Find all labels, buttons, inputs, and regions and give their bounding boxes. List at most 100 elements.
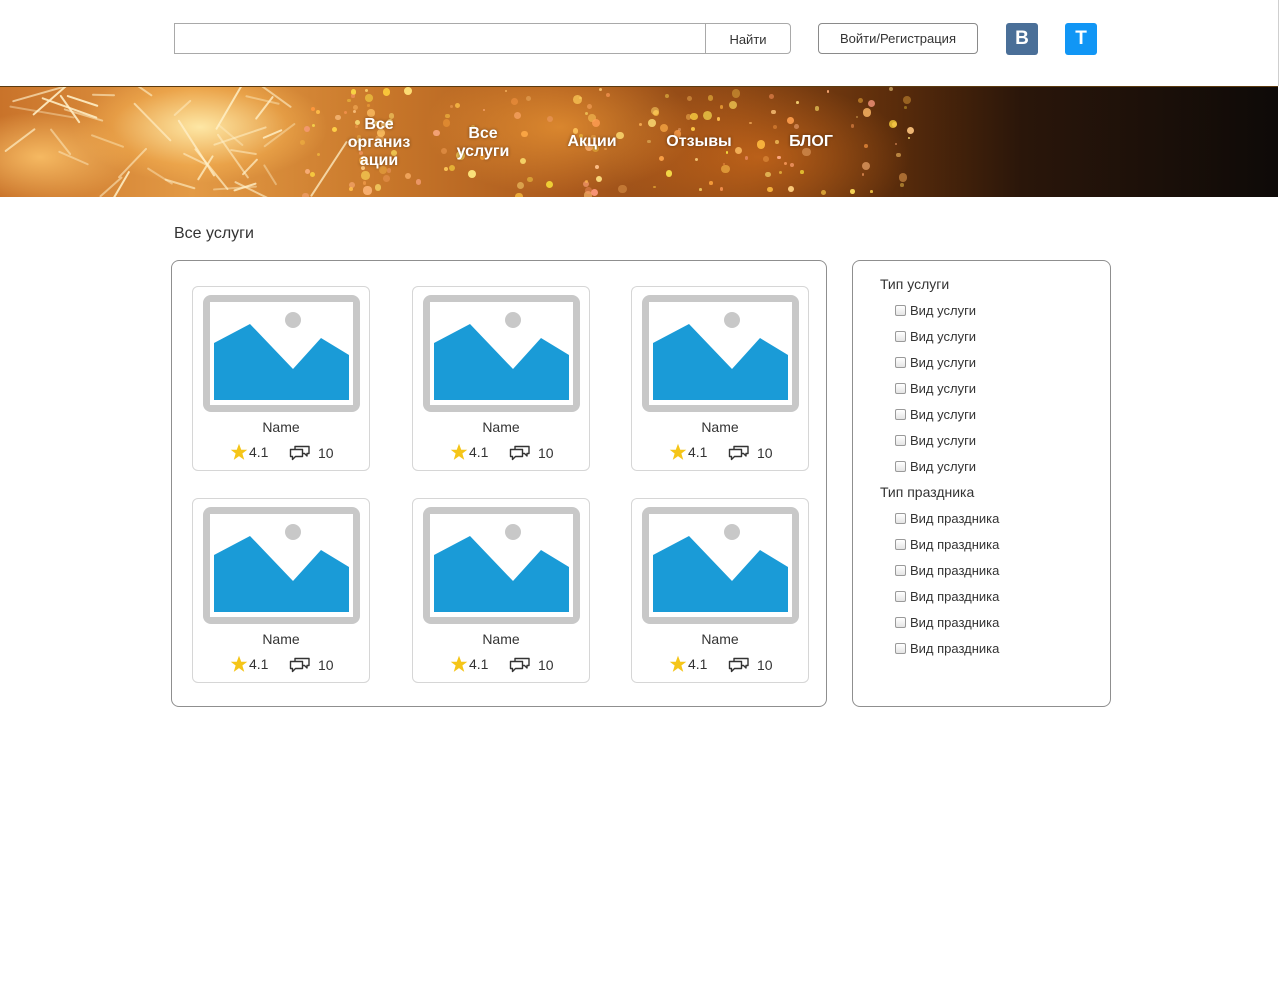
filter-option-label: Вид праздника: [910, 536, 1000, 552]
bokeh-light: [864, 144, 868, 149]
bokeh-light: [585, 187, 592, 194]
comments-icon: [509, 657, 530, 673]
bokeh-light: [795, 101, 799, 105]
bokeh-light: [467, 169, 476, 178]
bokeh-light: [719, 105, 724, 109]
firework-streak: [230, 148, 257, 156]
telegram-icon[interactable]: Т: [1065, 23, 1097, 55]
checkbox[interactable]: [895, 538, 906, 550]
filter-option-service[interactable]: Вид услуги: [895, 302, 976, 318]
bokeh-light: [789, 163, 794, 168]
bokeh-light: [403, 87, 412, 96]
bokeh-light: [382, 88, 391, 96]
bokeh-light: [545, 181, 553, 189]
bokeh-light: [302, 192, 309, 197]
filter-option-service[interactable]: Вид услуги: [895, 406, 976, 422]
filter-option-holiday[interactable]: Вид праздника: [895, 510, 999, 526]
filter-option-service[interactable]: Вид услуги: [895, 432, 976, 448]
bokeh-light: [591, 188, 599, 196]
bokeh-light: [904, 106, 908, 110]
filter-option-holiday[interactable]: Вид праздника: [895, 614, 999, 630]
bokeh-light: [332, 126, 338, 133]
bokeh-light: [312, 123, 316, 127]
bokeh-light: [777, 155, 781, 159]
bokeh-light: [349, 187, 354, 191]
bokeh-light: [527, 176, 533, 183]
checkbox[interactable]: [895, 642, 906, 654]
service-card[interactable]: Name 4.1 10: [412, 286, 590, 471]
service-card-name: Name: [262, 631, 300, 647]
service-card[interactable]: Name 4.1 10: [631, 286, 809, 471]
header-edge-divider: [1278, 0, 1279, 86]
image-placeholder-icon: [203, 507, 360, 624]
checkbox[interactable]: [895, 616, 906, 628]
search-input[interactable]: [174, 23, 706, 54]
filter-option-holiday[interactable]: Вид праздника: [895, 640, 999, 656]
bokeh-light: [659, 123, 668, 132]
checkbox[interactable]: [895, 590, 906, 602]
filter-option-holiday[interactable]: Вид праздника: [895, 562, 999, 578]
bokeh-light: [606, 92, 611, 97]
comments-count: 10: [318, 445, 334, 461]
service-card[interactable]: Name 4.1 10: [412, 498, 590, 683]
image-placeholder-icon: [423, 295, 580, 412]
bokeh-light: [362, 181, 367, 185]
bokeh-light: [894, 142, 898, 145]
checkbox[interactable]: [895, 356, 906, 368]
bokeh-light: [454, 103, 461, 109]
bokeh-light: [618, 184, 628, 194]
checkbox[interactable]: [895, 512, 906, 524]
service-card[interactable]: Name 4.1 10: [631, 498, 809, 683]
checkbox[interactable]: [895, 382, 906, 394]
checkbox[interactable]: [895, 564, 906, 576]
filter-option-service[interactable]: Вид услуги: [895, 380, 976, 396]
search-button[interactable]: Найти: [705, 23, 791, 54]
bokeh-light: [709, 180, 713, 185]
nav-reviews[interactable]: Отзывы: [660, 133, 738, 151]
bokeh-light: [364, 88, 368, 92]
checkbox[interactable]: [895, 434, 906, 446]
filter-option-service[interactable]: Вид услуги: [895, 354, 976, 370]
nav-blog[interactable]: БЛОГ: [782, 133, 840, 151]
service-card[interactable]: Name 4.1 10: [192, 498, 370, 683]
bokeh-light: [787, 117, 794, 124]
filter-panel: Тип услуги Тип праздника Вид услуги Вид у…: [852, 260, 1111, 707]
firework-streak: [216, 133, 250, 179]
filter-option-holiday[interactable]: Вид праздника: [895, 536, 999, 552]
filter-option-label: Вид услуги: [910, 328, 977, 344]
telegram-icon-label: Т: [1075, 28, 1087, 49]
bokeh-light: [351, 94, 355, 98]
filter-option-holiday[interactable]: Вид праздника: [895, 588, 999, 604]
star-icon: [669, 443, 687, 460]
bokeh-light: [678, 128, 681, 132]
login-register-button[interactable]: Войти/Регистрация: [818, 23, 978, 54]
nav-promotions[interactable]: Акции: [556, 133, 628, 151]
nav-all-services[interactable]: Все услуги: [450, 125, 516, 161]
bokeh-light: [433, 129, 441, 137]
bokeh-light: [749, 121, 752, 124]
filter-option-service[interactable]: Вид услуги: [895, 328, 976, 344]
bokeh-light: [647, 139, 651, 143]
bokeh-light: [504, 89, 508, 93]
vk-icon[interactable]: В: [1006, 23, 1038, 55]
service-card-name: Name: [482, 419, 520, 435]
bokeh-light: [445, 113, 451, 119]
comments-count: 10: [318, 657, 334, 673]
filter-option-label: Вид праздника: [910, 640, 1000, 656]
checkbox[interactable]: [895, 304, 906, 316]
checkbox[interactable]: [895, 460, 906, 472]
comments-icon: [289, 445, 310, 461]
nav-all-organizations[interactable]: Все организ ации: [342, 116, 416, 170]
bokeh-light: [721, 165, 730, 174]
bokeh-light: [310, 171, 316, 177]
comments-count: 10: [757, 657, 773, 673]
rating-value: 4.1: [249, 444, 269, 460]
filter-option-label: Вид услуги: [910, 432, 977, 448]
checkbox[interactable]: [895, 408, 906, 420]
filter-option-label: Вид услуги: [910, 406, 977, 422]
filter-option-service[interactable]: Вид услуги: [895, 458, 976, 474]
comments-icon: [728, 657, 749, 673]
bokeh-light: [861, 161, 870, 170]
checkbox[interactable]: [895, 330, 906, 342]
service-card[interactable]: Name 4.1 10: [192, 286, 370, 471]
